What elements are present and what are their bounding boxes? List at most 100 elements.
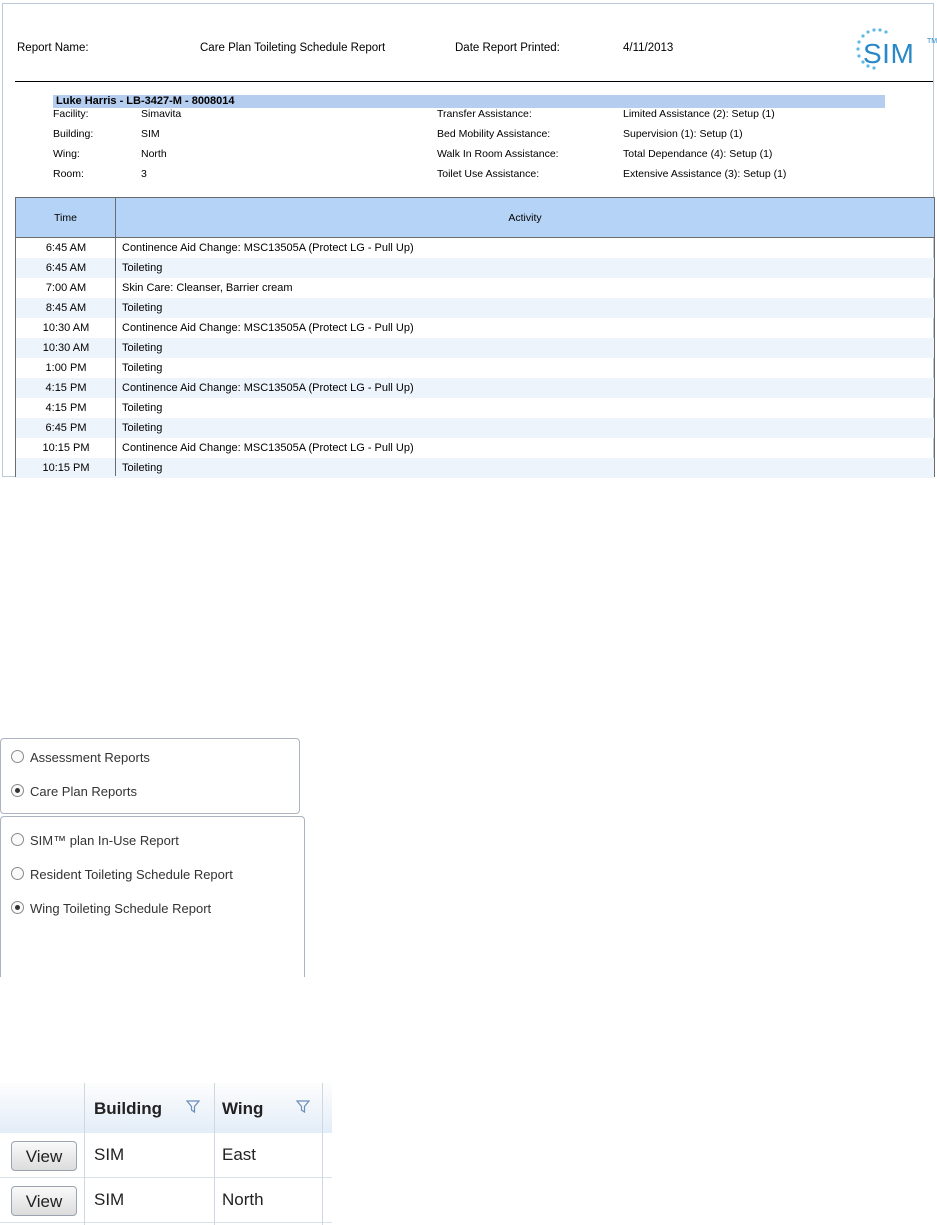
radio-label: Wing Toileting Schedule Report [30,901,212,916]
wing-cell: East [222,1145,257,1164]
care-plan-report: Report Name: Care Plan Toileting Schedul… [2,3,937,478]
walk-label: Walk In Room Assistance: [437,148,559,160]
wing-column-header[interactable]: Wing [222,1099,263,1119]
time-cell: 10:30 AM [42,322,90,334]
activity-cell: Toileting [122,342,163,354]
activity-column-header: Activity [116,198,934,238]
time-column-header: Time [16,198,116,238]
report-name-label: Report Name: [17,42,89,54]
column-divider [84,1083,85,1225]
time-cell: 4:15 PM [45,402,87,414]
radio-sim-plan-in-use[interactable]: SIM™ plan In-Use Report [11,833,179,848]
logo-text: SIM [863,38,915,69]
table-row: 8:45 AM Toileting [16,298,934,318]
report-date: 4/11/2013 [623,42,674,54]
grid-header: Building Wing [0,1083,332,1134]
table-row: 10:30 AM Continence Aid Change: MSC13505A… [16,318,934,338]
radio-label: Assessment Reports [30,750,150,765]
bed-mobility-value: Supervision (1): Setup (1) [623,128,743,140]
table-row: 1:00 PM Toileting [16,358,934,378]
table-row: View SIM East [0,1133,332,1178]
activity-cell: Toileting [122,402,163,414]
schedule-table: Time Activity 6:45 AM Continence Aid Chan… [15,197,935,478]
radio-unselected-icon[interactable] [11,750,24,763]
report-type-group: Assessment Reports Care Plan Reports [0,738,300,814]
time-cell: 6:45 PM [45,422,87,434]
column-divider [214,1083,215,1225]
wing-grid: Building Wing View SIM East View SIM Nor… [0,1083,332,1225]
time-cell: 10:15 PM [42,442,90,454]
date-label: Date Report Printed: [455,42,560,54]
view-button[interactable]: View [11,1141,77,1171]
transfer-label: Transfer Assistance: [437,108,532,120]
wing-value: North [141,148,167,160]
time-cell: 8:45 AM [45,302,87,314]
resident-header: Luke Harris - LB-3427-M - 8008014 [53,95,885,108]
table-row: 10:30 AM Toileting [16,338,934,358]
table-row: 4:15 PM Toileting [16,398,934,418]
toilet-use-value: Extensive Assistance (3): Setup (1) [623,168,787,180]
activity-cell: Toileting [122,262,163,274]
toilet-use-label: Toilet Use Assistance: [437,168,540,180]
time-cell: 6:45 AM [45,262,87,274]
time-cell: 10:30 AM [42,342,90,354]
activity-cell: Continence Aid Change: MSC13505A (Protec… [122,442,414,454]
transfer-value: Limited Assistance (2): Setup (1) [623,108,775,120]
radio-label: SIM™ plan In-Use Report [30,833,179,848]
column-divider [322,1083,323,1225]
filter-icon[interactable] [296,1100,310,1114]
building-column-header[interactable]: Building [94,1099,162,1119]
time-cell: 7:00 AM [45,282,87,294]
facility-label: Facility: [53,108,89,120]
radio-label: Resident Toileting Schedule Report [30,867,233,882]
table-row: 6:45 AM Toileting [16,258,934,278]
table-row: View SIM North [0,1178,332,1223]
sim-logo: SIM TM [855,26,937,74]
table-row: 6:45 AM Continence Aid Change: MSC13505A … [16,238,934,258]
building-cell: SIM [94,1190,125,1209]
table-row: 4:15 PM Continence Aid Change: MSC13505A … [16,378,934,398]
radio-assessment-reports[interactable]: Assessment Reports [11,750,150,765]
wing-cell: North [222,1190,264,1209]
time-cell: 6:45 AM [45,242,87,254]
table-row: 10:15 PM Toileting [16,458,934,478]
radio-selected-icon[interactable] [11,901,24,914]
care-plan-report-group: SIM™ plan In-Use Report Resident Toileti… [0,816,305,977]
report-selector: Assessment Reports Care Plan Reports SIM… [0,718,305,977]
table-row: 7:00 AM Skin Care: Cleanser, Barrier crea… [16,278,934,298]
building-cell: SIM [94,1145,125,1164]
time-cell: 1:00 PM [45,362,87,374]
activity-cell: Continence Aid Change: MSC13505A (Protec… [122,382,414,394]
activity-cell: Continence Aid Change: MSC13505A (Protec… [122,242,414,254]
view-button[interactable]: View [11,1186,77,1216]
logo-trademark: TM [927,38,937,45]
radio-resident-toileting[interactable]: Resident Toileting Schedule Report [11,867,233,882]
activity-cell: Continence Aid Change: MSC13505A (Protec… [122,322,414,334]
building-label: Building: [53,128,94,140]
facility-value: Simavita [141,108,182,120]
time-cell: 10:15 PM [42,462,90,474]
header-divider [15,81,933,82]
radio-wing-toileting[interactable]: Wing Toileting Schedule Report [11,901,211,916]
wing-label: Wing: [53,148,80,160]
activity-cell: Toileting [122,422,163,434]
table-row: 10:15 PM Continence Aid Change: MSC13505A… [16,438,934,458]
radio-selected-icon[interactable] [11,784,24,797]
time-cell: 4:15 PM [45,382,87,394]
column-divider [115,238,116,476]
radio-label: Care Plan Reports [30,784,137,799]
table-row: 6:45 PM Toileting [16,418,934,438]
radio-unselected-icon[interactable] [11,833,24,846]
activity-cell: Toileting [122,462,163,474]
building-value: SIM [141,128,160,140]
activity-cell: Toileting [122,302,163,314]
radio-unselected-icon[interactable] [11,867,24,880]
activity-cell: Skin Care: Cleanser, Barrier cream [122,282,293,294]
room-value: 3 [141,168,147,180]
walk-value: Total Dependance (4): Setup (1) [623,148,773,160]
report-name: Care Plan Toileting Schedule Report [200,42,386,54]
filter-icon[interactable] [186,1100,200,1114]
activity-cell: Toileting [122,362,163,374]
bed-mobility-label: Bed Mobility Assistance: [437,128,551,140]
radio-care-plan-reports[interactable]: Care Plan Reports [11,784,137,799]
